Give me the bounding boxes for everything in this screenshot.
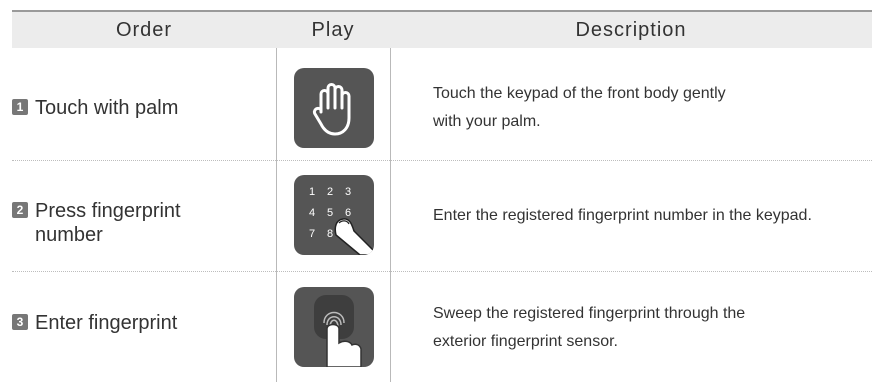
description-line: exterior fingerprint sensor. — [433, 333, 618, 350]
description-line: Enter the registered fingerprint number … — [433, 207, 812, 224]
instruction-table: Order Play Description 1 Touch with palm… — [0, 0, 872, 382]
step-number-badge: 3 — [12, 314, 28, 330]
keypad-key: 7 — [309, 228, 315, 240]
keypad-key: 5 — [327, 207, 333, 219]
description-line: Touch the keypad of the front body gentl… — [433, 85, 726, 102]
description-step-2: Enter the registered fingerprint number … — [433, 202, 812, 230]
description-step-1: Touch the keypad of the front body gentl… — [433, 80, 726, 136]
description-step-3: Sweep the registered fingerprint through… — [433, 300, 745, 356]
keypad-key: 6 — [345, 207, 351, 219]
header-order: Order — [115, 19, 173, 41]
header-play: Play — [311, 19, 355, 41]
order-step-3: 3 Enter fingerprint — [12, 311, 177, 335]
row-separator-1 — [12, 160, 872, 161]
step-number-badge: 1 — [12, 99, 28, 115]
order-label: Enter fingerprint — [35, 312, 178, 334]
keypad-key: 3 — [345, 186, 351, 198]
step-number-badge: 2 — [12, 202, 28, 218]
order-step-1: 1 Touch with palm — [12, 96, 178, 120]
order-step-2: 2 Press fingerprint number — [12, 199, 181, 247]
header-description: Description — [575, 19, 687, 41]
order-label: Press fingerprint number — [35, 200, 181, 246]
keypad-key: 1 — [309, 186, 315, 198]
column-divider-1 — [276, 48, 277, 382]
keypad-key: 8 — [327, 228, 333, 240]
description-line: Sweep the registered fingerprint through… — [433, 305, 746, 322]
description-line: with your palm. — [433, 113, 541, 130]
fingerprint-sensor-icon — [294, 287, 374, 367]
row-separator-2 — [12, 271, 872, 272]
order-label: Touch with palm — [35, 97, 179, 119]
palm-icon — [294, 68, 374, 148]
keypad-key: 4 — [309, 207, 315, 219]
column-divider-2 — [390, 48, 391, 382]
keypad-key: 2 — [327, 186, 333, 198]
table-header: Order Play Description — [12, 10, 872, 48]
keypad-press-icon: 1 2 3 4 5 6 7 8 — [294, 175, 374, 255]
